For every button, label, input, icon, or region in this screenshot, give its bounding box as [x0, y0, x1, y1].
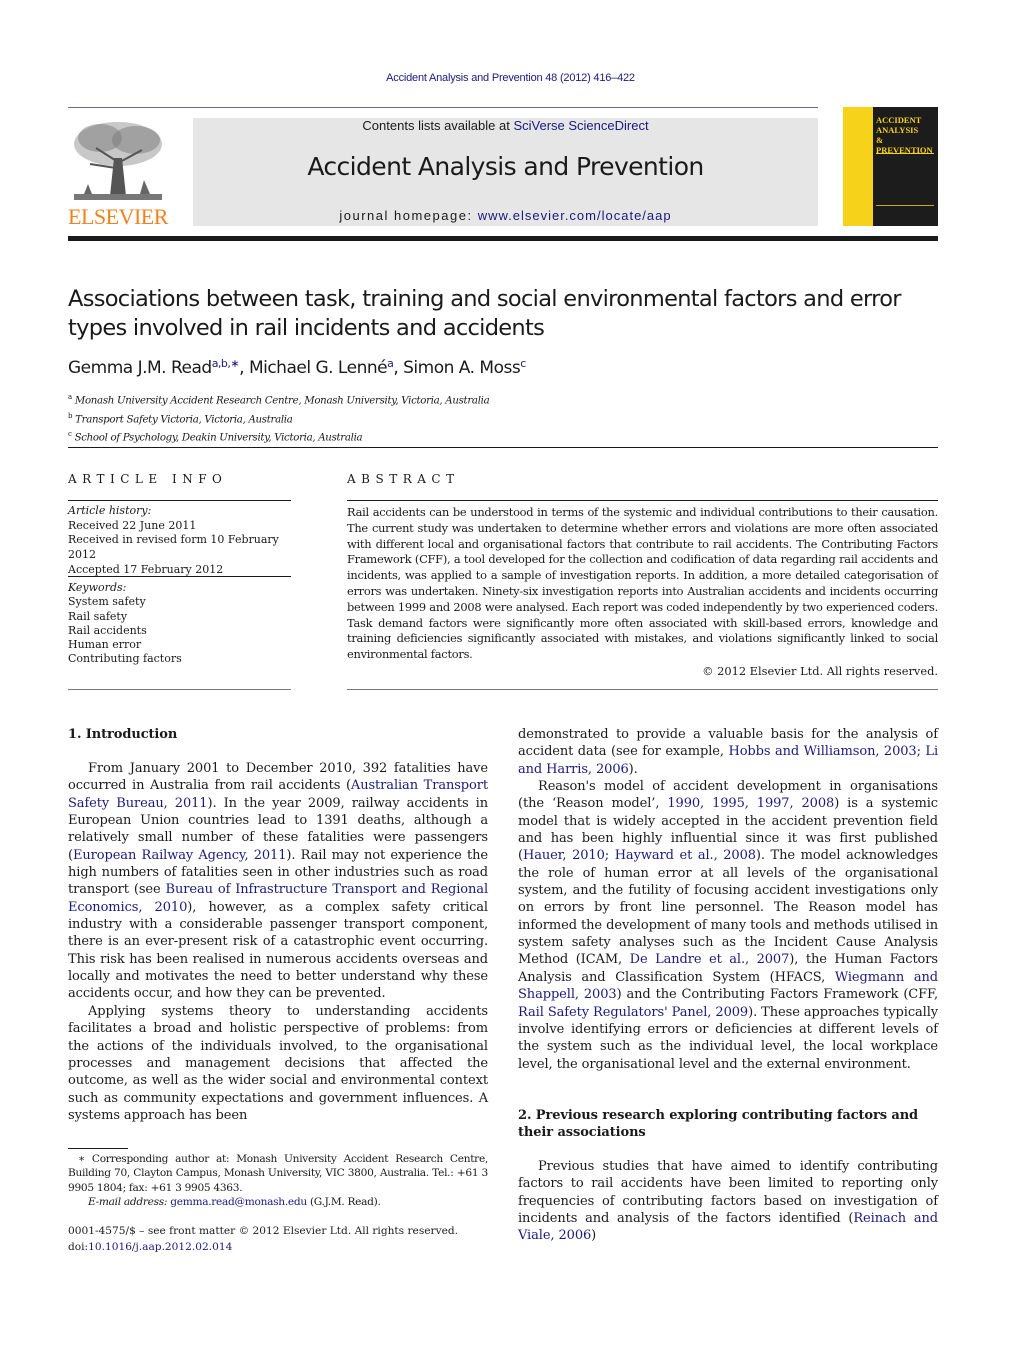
doi-link[interactable]: 10.1016/j.aap.2012.02.014	[88, 1241, 232, 1253]
citation-link[interactable]: Hauer, 2010; Hayward et al., 2008	[523, 848, 756, 863]
cover-title-line: ACCIDENT	[876, 115, 922, 125]
journal-cover-thumbnail[interactable]: ACCIDENT ANALYSIS & PREVENTION	[843, 107, 938, 226]
author-name: Gemma J.M. Read	[68, 358, 212, 378]
keyword: Contributing factors	[68, 652, 182, 666]
paragraph: Reason's model of accident development i…	[518, 778, 938, 1073]
keyword: Human error	[68, 638, 142, 652]
article-history: Article history: Received 22 June 2011 R…	[68, 504, 291, 578]
cover-rule	[876, 153, 934, 154]
divider	[347, 500, 938, 501]
sciencedirect-link[interactable]: SciVerse ScienceDirect	[513, 118, 648, 133]
article-history-label: Article history:	[68, 504, 152, 517]
keywords: Keywords: System safety Rail safety Rail…	[68, 581, 291, 667]
header-divider	[68, 107, 818, 108]
body-column-left: 1. Introduction From January 2001 to Dec…	[68, 726, 488, 1124]
author-affiliation-marks[interactable]: a,b,∗	[212, 357, 240, 370]
citation-link[interactable]: De Landre et al., 2007	[630, 952, 790, 967]
citation-link[interactable]: 1990, 1995, 1997, 2008	[667, 796, 834, 811]
paragraph: From January 2001 to December 2010, 392 …	[68, 760, 488, 1003]
tree-logo-icon	[74, 122, 162, 200]
keyword: System safety	[68, 595, 146, 609]
section-heading-introduction: 1. Introduction	[68, 727, 178, 742]
paragraph: Applying systems theory to understanding…	[68, 1003, 488, 1123]
author-name: Michael G. Lenné	[248, 358, 388, 378]
abstract-heading: ABSTRACT	[347, 472, 460, 486]
author-affiliation-marks[interactable]: a	[387, 357, 394, 370]
divider	[68, 576, 291, 577]
paragraph: Previous studies that have aimed to iden…	[518, 1158, 938, 1245]
divider	[68, 500, 291, 501]
title-block-divider	[68, 447, 938, 448]
cover-title-line: ANALYSIS	[876, 125, 919, 135]
journal-title: Accident Analysis and Prevention	[307, 152, 704, 181]
cover-title-line: &	[876, 135, 884, 145]
text: ). The model acknowledges the role of hu…	[518, 848, 938, 968]
article-info-heading: ARTICLE INFO	[68, 472, 228, 486]
email-suffix: (G.J.M. Read).	[306, 1196, 381, 1209]
keywords-label: Keywords:	[68, 581, 127, 594]
email-label: E-mail address:	[88, 1196, 168, 1209]
history-item: Received in revised form 10 February 201…	[68, 533, 279, 562]
article-title: Associations between task, training and …	[68, 286, 902, 341]
author-affiliation-marks[interactable]: c	[520, 357, 526, 370]
citation-link[interactable]: European Railway Agency, 2011	[73, 848, 287, 863]
corresponding-author-footnote: ∗ Corresponding author at: Monash Univer…	[68, 1152, 488, 1210]
email-link[interactable]: gemma.read@monash.edu	[170, 1196, 307, 1208]
affiliation-mark: a	[68, 393, 72, 401]
affiliation: a Monash University Accident Research Ce…	[68, 390, 490, 409]
affiliation: c School of Psychology, Deakin Universit…	[68, 427, 489, 446]
header-thick-divider	[68, 236, 938, 241]
affiliation-list: a Monash University Accident Research Ce…	[68, 390, 490, 446]
affiliation-mark: b	[68, 411, 73, 420]
footnote-text: Corresponding author at: Monash Universi…	[68, 1153, 488, 1194]
elsevier-wordmark: ELSEVIER	[68, 204, 168, 229]
homepage-prefix: journal homepage:	[339, 208, 478, 223]
text: ), however, as a complex safety critical…	[68, 899, 488, 1002]
issn-line: 0001-4575/$ – see front matter © 2012 El…	[68, 1225, 458, 1237]
affiliation: b Transport Safety Victoria, Victoria, A…	[68, 409, 489, 428]
elsevier-logo[interactable]: ELSEVIER	[68, 118, 168, 229]
journal-homepage-link[interactable]: www.elsevier.com/locate/aap	[478, 208, 672, 223]
divider	[347, 689, 938, 690]
cover-rule	[876, 205, 934, 206]
abstract-text: Rail accidents can be understood in term…	[347, 505, 938, 662]
front-matter: 0001-4575/$ – see front matter © 2012 El…	[68, 1224, 488, 1255]
body-column-right: demonstrated to provide a valuable basis…	[518, 726, 938, 1245]
contents-available-line: Contents lists available at SciVerse Sci…	[193, 118, 818, 133]
author-name: Simon A. Moss	[403, 358, 521, 378]
footnote-mark: ∗	[78, 1153, 85, 1165]
copyright-notice: © 2012 Elsevier Ltd. All rights reserved…	[702, 664, 938, 678]
journal-masthead: Contents lists available at SciVerse Sci…	[193, 118, 818, 226]
keyword: Rail safety	[68, 609, 128, 623]
divider	[68, 689, 291, 690]
text: ) and the Contributing Factors Framework…	[616, 987, 939, 1003]
affiliation-text: Monash University Accident Research Cent…	[74, 395, 490, 407]
doi-prefix: doi:	[68, 1240, 89, 1253]
journal-homepage-line: journal homepage: www.elsevier.com/locat…	[193, 208, 818, 223]
affiliation-text: School of Psychology, Deakin University,…	[74, 432, 363, 444]
text: )	[591, 1228, 597, 1244]
section-heading-previous-research: 2. Previous research exploring contribut…	[518, 1107, 919, 1140]
affiliation-text: Transport Safety Victoria, Victoria, Aus…	[75, 413, 293, 425]
author-list: Gemma J.M. Reada,b,∗, Michael G. Lennéa,…	[68, 357, 526, 378]
journal-citation-link[interactable]: Accident Analysis and Prevention 48 (201…	[0, 72, 1021, 84]
footnote-divider	[68, 1148, 128, 1149]
contents-prefix: Contents lists available at	[362, 118, 514, 133]
paragraph: demonstrated to provide a valuable basis…	[518, 726, 938, 778]
history-item: Received 22 June 2011	[68, 518, 197, 532]
keyword: Rail accidents	[68, 623, 147, 637]
cover-yellow-strip	[843, 107, 873, 226]
citation-link[interactable]: Rail Safety Regulators' Panel, 2009	[518, 1005, 748, 1020]
doi-line: doi:10.1016/j.aap.2012.02.014	[68, 1240, 488, 1256]
affiliation-mark: c	[68, 430, 72, 439]
text: ).	[628, 761, 638, 777]
cover-title: ACCIDENT ANALYSIS & PREVENTION	[876, 115, 933, 155]
